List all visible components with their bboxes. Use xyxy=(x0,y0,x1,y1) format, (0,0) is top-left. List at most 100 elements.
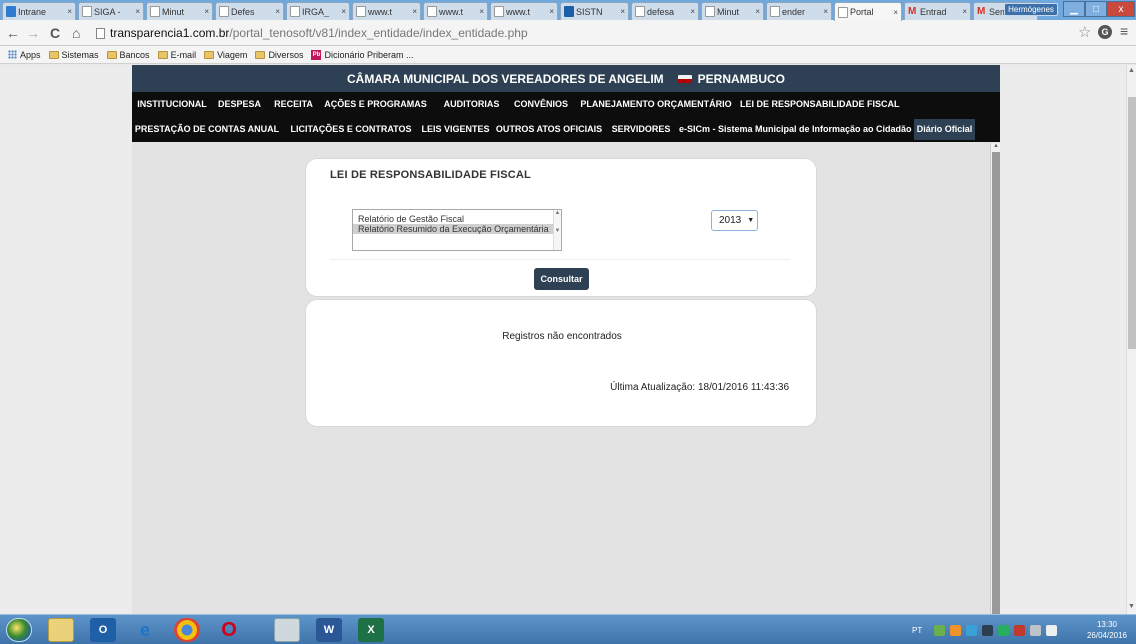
tray-app-icon[interactable] xyxy=(950,624,962,636)
input-language[interactable]: PT xyxy=(912,626,922,635)
browser-tab[interactable]: IRGA_ × xyxy=(286,2,350,20)
start-button[interactable] xyxy=(6,618,32,642)
bookmark-item[interactable]: Viagem xyxy=(204,50,247,60)
menu-item[interactable]: DESPESA xyxy=(212,94,267,115)
tab-title: defesa xyxy=(647,6,675,17)
menu-item[interactable]: AÇÕES E PROGRAMAS xyxy=(320,94,431,115)
intranet-icon xyxy=(6,6,16,17)
forward-button[interactable]: → xyxy=(26,24,40,42)
tray-app-icon[interactable] xyxy=(982,624,994,636)
menu-item[interactable]: CONVÊNIOS xyxy=(511,94,571,115)
close-icon[interactable]: × xyxy=(135,7,140,16)
bookmark-item[interactable]: Pb Dicionário Priberam ... xyxy=(311,49,413,60)
close-icon[interactable]: × xyxy=(275,7,280,16)
menu-item[interactable]: e-SICm - Sistema Municipal de Informação… xyxy=(679,119,912,140)
browser-tab[interactable]: ender × xyxy=(766,2,832,20)
report-type-list[interactable]: Relatório de Gestão Fiscal Relatório Resu… xyxy=(352,209,562,251)
menu-item[interactable]: OUTROS ATOS OFICIAIS xyxy=(495,119,603,140)
browser-tab[interactable]: www.t × xyxy=(490,2,558,20)
chrome-icon[interactable] xyxy=(174,618,200,642)
browser-tab[interactable]: M Entrad × xyxy=(904,2,971,20)
home-button[interactable]: ⌂ xyxy=(72,24,80,42)
menu-item[interactable]: RECEITA xyxy=(270,94,317,115)
menu-item[interactable]: AUDITORIAS xyxy=(434,94,509,115)
tab-title: Entrad xyxy=(920,6,947,17)
list-scrollbar[interactable]: ▲ ▼ xyxy=(553,210,561,250)
scroll-down-icon[interactable]: ▼ xyxy=(1128,603,1135,610)
bookmark-item[interactable]: Bancos xyxy=(106,50,150,60)
close-icon[interactable]: × xyxy=(479,7,484,16)
close-icon[interactable]: × xyxy=(620,7,625,16)
bookmark-star-icon[interactable]: ☆ xyxy=(1078,23,1091,41)
close-icon[interactable]: × xyxy=(412,7,417,16)
menu-item[interactable]: LEI DE RESPONSABILIDADE FISCAL xyxy=(740,94,900,115)
close-icon[interactable]: × xyxy=(962,7,967,16)
list-option[interactable]: Relatório de Gestão Fiscal xyxy=(353,214,561,224)
window-close-button[interactable]: x xyxy=(1107,1,1135,17)
menu-item[interactable]: PRESTAÇÃO DE CONTAS ANUAL xyxy=(132,119,282,140)
bookmark-item[interactable]: Sistemas xyxy=(48,50,99,60)
close-icon[interactable]: × xyxy=(341,7,346,16)
close-icon[interactable]: × xyxy=(67,7,72,16)
close-icon[interactable]: × xyxy=(690,7,695,16)
browser-tab[interactable]: Defes × xyxy=(215,2,284,20)
window-minimize-button[interactable]: ▁ xyxy=(1063,1,1085,17)
close-icon[interactable]: × xyxy=(549,7,554,16)
opera-icon[interactable]: O xyxy=(216,618,242,642)
portal-frame: CÂMARA MUNICIPAL DOS VEREADORES DE ANGEL… xyxy=(132,65,1000,614)
browser-tab[interactable]: www.t × xyxy=(423,2,488,20)
menu-item[interactable]: PLANEJAMENTO ORÇAMENTÁRIO xyxy=(574,94,738,115)
browser-tab[interactable]: Minut × xyxy=(146,2,213,20)
close-icon[interactable]: × xyxy=(893,8,898,17)
page-scrollbar[interactable]: ▲ ▼ xyxy=(1126,65,1136,614)
browser-tab[interactable]: SIGA - × xyxy=(78,2,144,20)
system-clock[interactable]: 13:30 26/04/2016 xyxy=(1083,619,1131,641)
scroll-up-icon[interactable]: ▲ xyxy=(1128,67,1135,74)
browser-tab[interactable]: SISTN × xyxy=(560,2,629,20)
scrollbar-thumb[interactable] xyxy=(992,152,1000,614)
year-dropdown[interactable]: 2013 ▼ xyxy=(711,210,758,231)
back-button[interactable]: ← xyxy=(6,24,20,42)
bookmark-item[interactable]: E-mail xyxy=(157,50,196,60)
menu-item[interactable]: LEIS VIGENTES xyxy=(418,119,493,140)
tray-app-icon[interactable] xyxy=(934,624,946,636)
scroll-up-icon[interactable]: ▲ xyxy=(993,143,999,149)
close-icon[interactable]: × xyxy=(204,7,209,16)
ie-icon[interactable]: e xyxy=(132,618,158,642)
extension-icon[interactable]: G xyxy=(1098,25,1112,39)
system-tray: PT xyxy=(912,621,1080,639)
calculator-icon[interactable] xyxy=(274,618,300,642)
gmail-icon: M xyxy=(908,6,917,17)
consult-button[interactable]: Consultar xyxy=(534,268,589,290)
address-bar[interactable]: transparencia1.com.br /portal_tenosoft/v… xyxy=(96,23,1056,43)
menu-item[interactable]: INSTITUCIONAL xyxy=(136,94,208,115)
tray-app-icon[interactable] xyxy=(966,624,978,636)
bookmark-item[interactable]: Apps xyxy=(8,50,41,60)
frame-scrollbar[interactable]: ▲ xyxy=(990,143,1000,614)
excel-icon[interactable]: X xyxy=(358,618,384,642)
window-maximize-button[interactable]: □ xyxy=(1085,1,1107,17)
menu-item[interactable]: Diário Oficial xyxy=(914,119,975,140)
browser-tab[interactable]: Portal × xyxy=(834,2,902,21)
browser-tab[interactable]: Minut × xyxy=(701,2,764,20)
bookmark-item[interactable]: Diversos xyxy=(255,50,303,60)
reload-button[interactable]: C xyxy=(50,24,60,42)
word-icon[interactable]: W xyxy=(316,618,342,642)
scrollbar-thumb[interactable] xyxy=(1128,97,1136,349)
outlook-icon[interactable]: O xyxy=(90,618,116,642)
network-icon[interactable] xyxy=(1030,624,1042,636)
browser-tab[interactable]: www.t × xyxy=(352,2,421,20)
profile-button[interactable]: Hermógenes xyxy=(1004,3,1058,16)
menu-item[interactable]: SERVIDORES xyxy=(606,119,676,140)
browser-tab[interactable]: Intrane × xyxy=(2,2,76,20)
close-icon[interactable]: × xyxy=(755,7,760,16)
menu-item[interactable]: LICITAÇÕES E CONTRATOS xyxy=(286,119,416,140)
browser-menu-icon[interactable]: ≡ xyxy=(1120,23,1128,39)
close-icon[interactable]: × xyxy=(823,7,828,16)
list-option[interactable]: Relatório Resumido da Execução Orçamentá… xyxy=(353,224,561,234)
browser-tab[interactable]: defesa × xyxy=(631,2,699,20)
tray-app-icon[interactable] xyxy=(1014,624,1026,636)
tray-app-icon[interactable] xyxy=(998,624,1010,636)
explorer-icon[interactable] xyxy=(48,618,74,642)
volume-icon[interactable] xyxy=(1046,624,1058,636)
